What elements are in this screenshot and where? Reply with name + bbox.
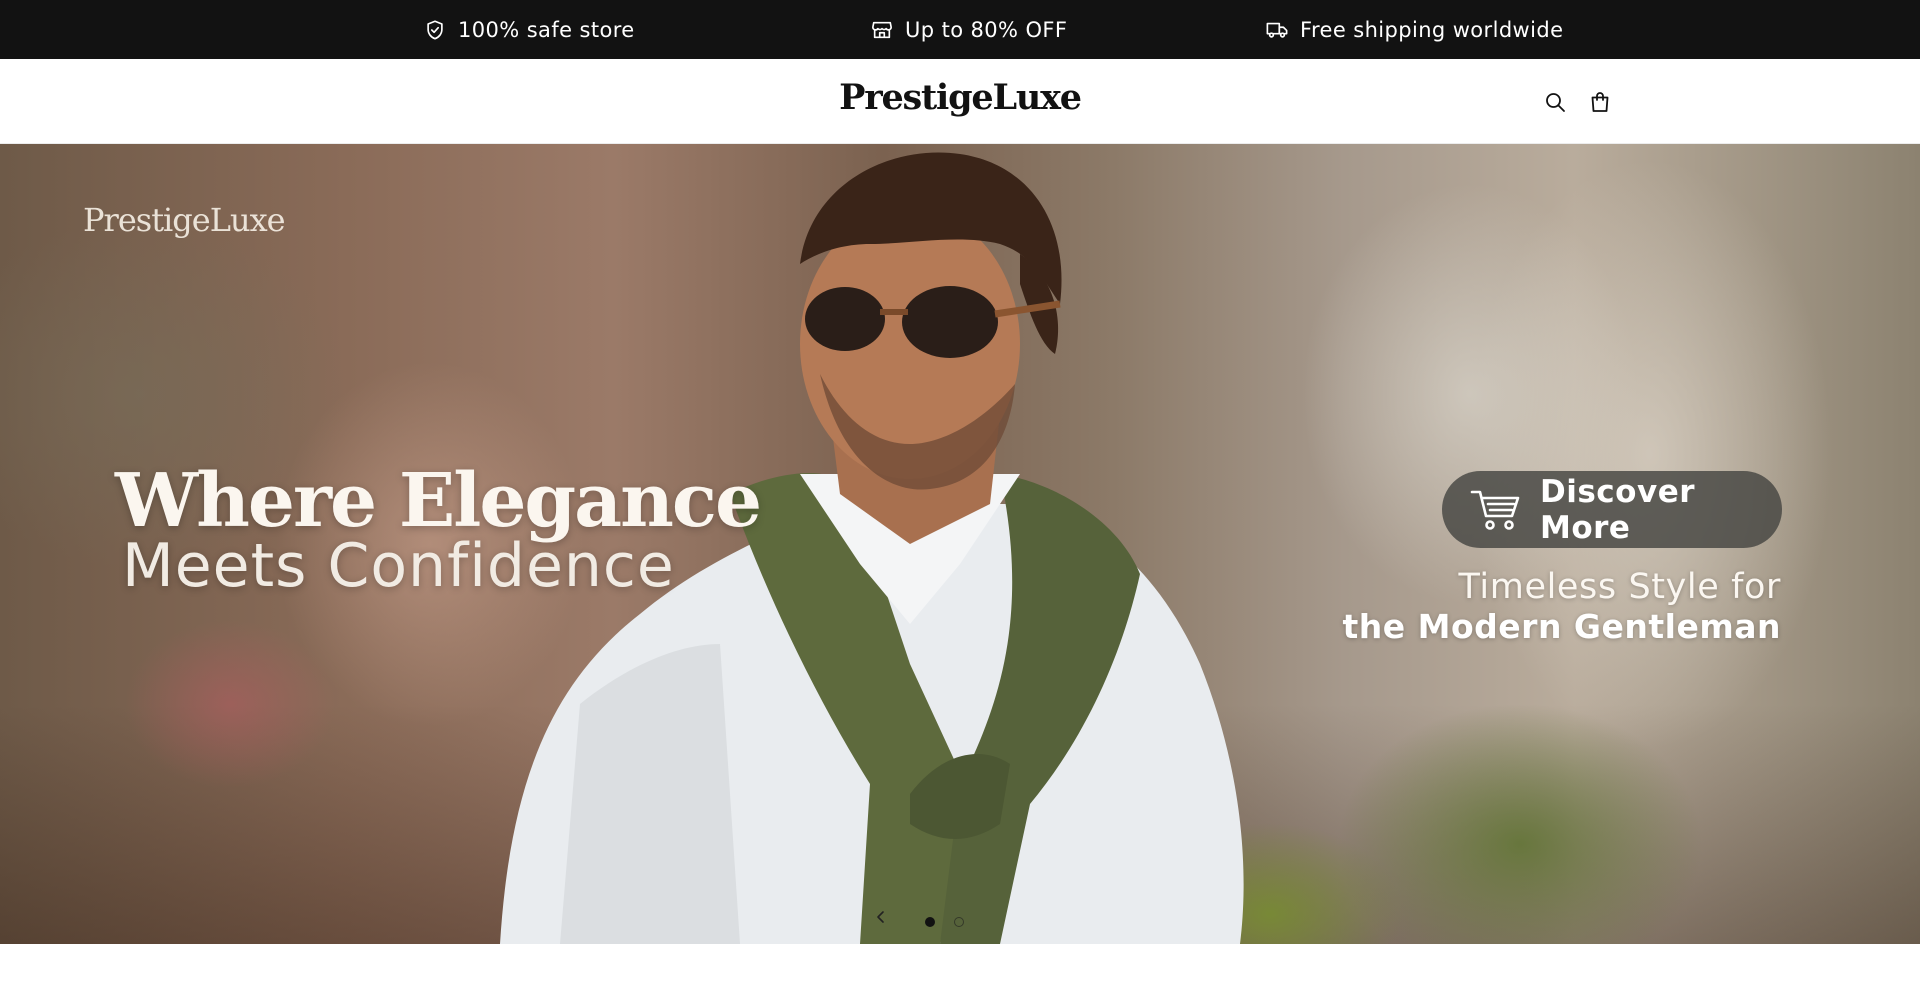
discover-more-button[interactable]: Discover More [1442,471,1782,548]
site-header: PrestigeLuxe [0,59,1920,144]
store-icon [872,21,892,38]
hero-title: Where Elegance [115,458,762,544]
chevron-left-icon [877,911,884,923]
slider-prev-button[interactable] [870,906,892,928]
announcement-text: Free shipping worldwide [1300,17,1564,42]
shield-check-icon [427,19,443,40]
shopping-bag-icon [1591,92,1609,112]
hero-banner[interactable]: PrestigeLuxe Where Elegance Meets Confid… [0,144,1920,944]
cart-button[interactable] [1584,86,1616,118]
discover-more-label: Discover More [1540,473,1696,546]
search-icon [1546,93,1565,112]
hero-tagline-line1: Timeless Style for [1458,567,1781,607]
slider-dot-2[interactable] [954,917,964,927]
hero-tagline-line2: the Modern Gentleman [1342,607,1781,646]
shopping-cart-icon [1470,490,1520,530]
site-logo[interactable]: PrestigeLuxe [0,77,1920,118]
hero-subtitle: Meets Confidence [122,531,675,601]
announcement-shipping: Free shipping worldwide [1266,0,1563,59]
announcement-bar: 100% safe store Up to 80% OFF Free shipp… [0,0,1920,59]
announcement-safe-store: 100% safe store [424,0,635,59]
truck-icon [1266,22,1288,38]
announcement-text: 100% safe store [458,17,635,42]
slider-dot-1[interactable] [925,917,935,927]
search-button[interactable] [1539,86,1571,118]
announcement-text: Up to 80% OFF [905,17,1068,42]
hero-brand-mark: PrestigeLuxe [83,201,286,239]
announcement-discount: Up to 80% OFF [871,0,1067,59]
